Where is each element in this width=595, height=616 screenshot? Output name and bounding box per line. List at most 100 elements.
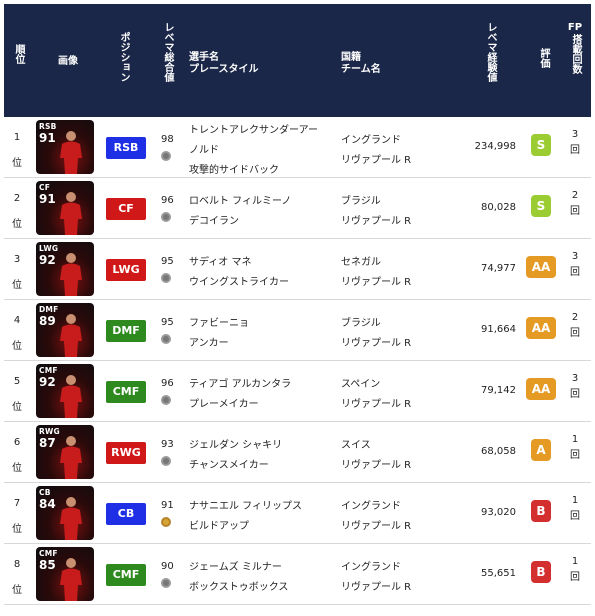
- header-playstyle: プレースタイル: [189, 64, 259, 75]
- position-badge: CMF: [106, 381, 146, 403]
- nation-cell: ブラジル リヴァプール R: [341, 314, 411, 354]
- play-style: ビルドアップ: [189, 521, 249, 532]
- player-name: ロベルト フィルミーノ: [189, 196, 292, 207]
- table-row[interactable]: 3 位 LWG 92 LWG 95 サディオ マネ ウイングストライカー セネガ…: [4, 239, 591, 300]
- player-silhouette-icon: [60, 375, 82, 418]
- player-silhouette-icon: [60, 558, 82, 601]
- level-medal-icon: [161, 517, 171, 527]
- evaluation-badge: S: [531, 134, 551, 156]
- team-name: リヴァプール R: [341, 521, 412, 532]
- table-row[interactable]: 8 位 CMF 85 CMF 90 ジェームズ ミルナー ボックストゥボックス …: [4, 544, 591, 605]
- fp-count: 3: [571, 373, 579, 384]
- rank-number: 6: [13, 437, 21, 448]
- rank-suffix: 位: [12, 341, 22, 352]
- player-name: ジェームズ ミルナー: [189, 562, 282, 573]
- card-position: RSB: [39, 122, 57, 131]
- rank-suffix: 位: [12, 280, 22, 291]
- header-team: チーム名: [341, 64, 381, 75]
- rank-number: 1: [13, 132, 21, 143]
- play-style: ボックストゥボックス: [189, 582, 289, 593]
- level-total: 90: [161, 561, 174, 572]
- position-badge: LWG: [106, 259, 146, 281]
- header-rank: 順位: [13, 44, 24, 64]
- player-card-image[interactable]: CMF 85: [36, 547, 94, 601]
- card-rating: 91: [39, 131, 56, 145]
- exp-value: 55,651: [481, 568, 516, 579]
- fp-count-cell: 1 回: [564, 432, 586, 464]
- table-header: 順位 画像 ポジション レベマ総合値 選手名 プレースタイル 国籍 チーム名 レ…: [4, 4, 591, 117]
- team-name: リヴァプール R: [341, 582, 412, 593]
- rank-cell: 6 位: [4, 430, 30, 482]
- play-style: アンカー: [189, 338, 229, 349]
- position-badge: CMF: [106, 564, 146, 586]
- nationality: セネガル: [341, 257, 381, 268]
- rank-number: 4: [13, 315, 21, 326]
- header-exp: レベマ経験値: [485, 22, 496, 82]
- player-card-image[interactable]: RWG 87: [36, 425, 94, 479]
- rank-cell: 8 位: [4, 552, 30, 604]
- player-name: ナサニエル フィリップス: [189, 501, 302, 512]
- rank-suffix: 位: [12, 463, 22, 474]
- fp-count-cell: 3 回: [564, 371, 586, 403]
- player-name: ジェルダン シャキリ: [189, 440, 283, 451]
- table-row[interactable]: 1 位 RSB 91 RSB 98 トレントアレクサンダーアー ノルド 攻撃的サ…: [4, 117, 591, 178]
- player-name: サディオ マネ: [189, 257, 252, 268]
- player-name-cell[interactable]: ロベルト フィルミーノ デコイラン: [189, 192, 334, 232]
- level-total: 91: [161, 500, 174, 511]
- player-name-cell[interactable]: ナサニエル フィリップス ビルドアップ: [189, 497, 334, 537]
- position-badge: RSB: [106, 137, 146, 159]
- player-card-image[interactable]: DMF 89: [36, 303, 94, 357]
- table-row[interactable]: 5 位 CMF 92 CMF 96 ティアゴ アルカンタラ プレーメイカー スペ…: [4, 361, 591, 422]
- nationality: スペイン: [341, 379, 381, 390]
- player-name-cell[interactable]: ジェームズ ミルナー ボックストゥボックス: [189, 558, 334, 598]
- level-medal-icon: [161, 456, 171, 466]
- player-name-cell[interactable]: ファビーニョ アンカー: [189, 314, 334, 354]
- player-silhouette-icon: [60, 253, 82, 296]
- level-total: 93: [161, 439, 174, 450]
- card-rating: 92: [39, 253, 56, 267]
- table-body: 1 位 RSB 91 RSB 98 トレントアレクサンダーアー ノルド 攻撃的サ…: [4, 117, 591, 605]
- rank-suffix: 位: [12, 524, 22, 535]
- position-badge: CB: [106, 503, 146, 525]
- fp-unit: 回: [570, 511, 580, 522]
- header-level-total: レベマ総合値: [162, 22, 173, 82]
- player-card-image[interactable]: RSB 91: [36, 120, 94, 174]
- card-position: CMF: [39, 549, 58, 558]
- nation-cell: イングランド リヴァプール R: [341, 131, 411, 171]
- evaluation-badge: B: [531, 500, 551, 522]
- player-name-cell[interactable]: トレントアレクサンダーアー ノルド 攻撃的サイドバック: [189, 121, 334, 181]
- card-rating: 85: [39, 558, 56, 572]
- table-row[interactable]: 4 位 DMF 89 DMF 95 ファビーニョ アンカー ブラジル リヴァプー…: [4, 300, 591, 361]
- team-name: リヴァプール R: [341, 155, 412, 166]
- player-silhouette-icon: [60, 192, 82, 235]
- player-silhouette-icon: [60, 497, 82, 540]
- player-card-image[interactable]: LWG 92: [36, 242, 94, 296]
- table-row[interactable]: 7 位 CB 84 CB 91 ナサニエル フィリップス ビルドアップ イングラ…: [4, 483, 591, 544]
- nationality: スイス: [341, 440, 371, 451]
- card-position: CMF: [39, 366, 58, 375]
- player-card-image[interactable]: CF 91: [36, 181, 94, 235]
- fp-count-cell: 1 回: [564, 493, 586, 525]
- player-card-image[interactable]: CMF 92: [36, 364, 94, 418]
- player-name-cell[interactable]: ジェルダン シャキリ チャンスメイカー: [189, 436, 334, 476]
- fp-count-cell: 3 回: [564, 249, 586, 281]
- rank-cell: 1 位: [4, 125, 30, 177]
- table-row[interactable]: 2 位 CF 91 CF 96 ロベルト フィルミーノ デコイラン ブラジル リ…: [4, 178, 591, 239]
- card-rating: 91: [39, 192, 56, 206]
- level-total: 98: [161, 134, 174, 145]
- player-name-cell[interactable]: サディオ マネ ウイングストライカー: [189, 253, 334, 293]
- player-card-image[interactable]: CB 84: [36, 486, 94, 540]
- rank-number: 2: [13, 193, 21, 204]
- rank-number: 7: [13, 498, 21, 509]
- exp-value: 80,028: [481, 202, 516, 213]
- fp-count: 3: [571, 251, 579, 262]
- fp-unit: 回: [570, 328, 580, 339]
- player-name-cell[interactable]: ティアゴ アルカンタラ プレーメイカー: [189, 375, 334, 415]
- rank-number: 5: [13, 376, 21, 387]
- table-row[interactable]: 6 位 RWG 87 RWG 93 ジェルダン シャキリ チャンスメイカー スイ…: [4, 422, 591, 483]
- header-position: ポジション: [118, 32, 129, 82]
- exp-value: 91,664: [481, 324, 516, 335]
- card-rating: 84: [39, 497, 56, 511]
- nation-cell: イングランド リヴァプール R: [341, 497, 411, 537]
- player-name: ファビーニョ: [189, 318, 249, 329]
